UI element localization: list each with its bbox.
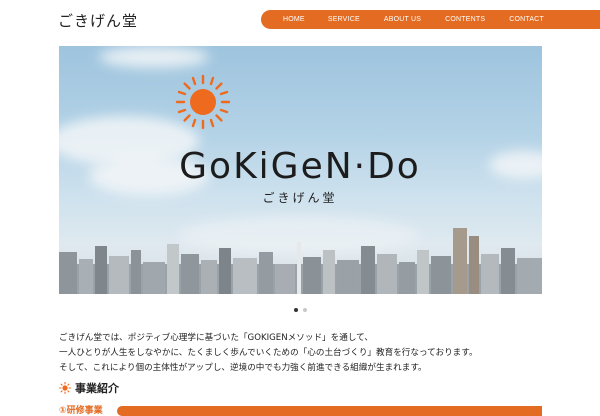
subsection-header: ①研修事業 [59,403,542,416]
sun-icon [175,74,231,130]
intro-line-3: そして、これにより個の主体性がアップし、逆境の中でも力強く前進できる組織が生まれ… [59,363,427,373]
hero-brand-subtitle: ごきげん堂 [262,191,338,205]
main-nav: HOME SERVICE ABOUT US CONTENTS CONTACT [261,10,600,29]
cloud-top [99,46,209,68]
section-heading: 事業紹介 [59,380,119,396]
site-header: ごきげん堂 HOME SERVICE ABOUT US CONTENTS CON… [0,0,600,40]
nav-about-us[interactable]: ABOUT US [384,16,421,23]
hero-brand-title: GoKiGeN·Do [179,146,421,187]
nav-contact[interactable]: CONTACT [509,16,544,23]
nav-contents[interactable]: CONTENTS [445,16,485,23]
intro-text: ごきげん堂では、ポジティブ心理学に基づいた「GOKIGENメソッド」を通して、 … [59,331,559,376]
subsection-bar [117,406,542,416]
nav-service[interactable]: SERVICE [328,16,360,23]
nav-home[interactable]: HOME [283,16,305,23]
section-title: 事業紹介 [75,382,119,395]
intro-line-2: 一人ひとりが人生をしなやかに、たくましく歩んでいくための「心の土台づくり」教育を… [59,348,478,358]
intro-line-1: ごきげん堂では、ポジティブ心理学に基づいた「GOKIGENメソッド」を通して、 [59,333,373,343]
carousel-dot-1[interactable] [293,308,298,312]
sun-small-icon [59,382,71,394]
city-skyline [59,228,542,294]
site-logo[interactable]: ごきげん堂 [58,10,138,31]
carousel-dots [0,308,600,312]
carousel-dot-2[interactable] [302,308,307,312]
subsection-label: ①研修事業 [59,406,103,416]
